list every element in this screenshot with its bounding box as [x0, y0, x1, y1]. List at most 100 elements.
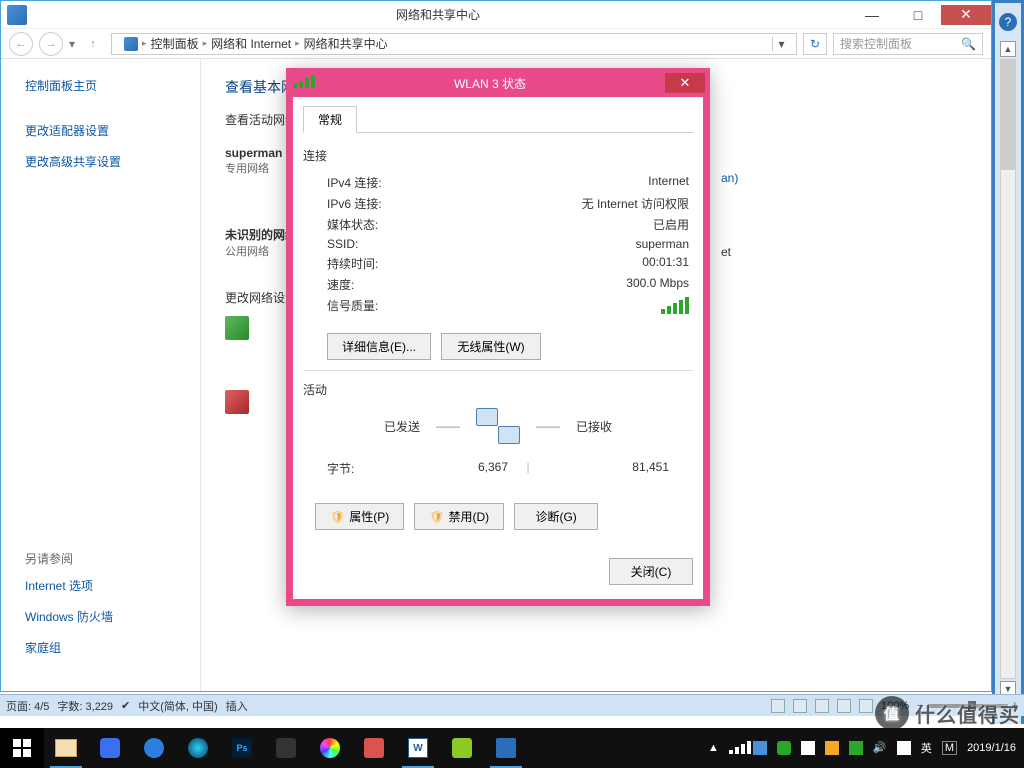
- taskbar-photoshop[interactable]: Ps: [220, 728, 264, 768]
- watermark-text: 什么值得买: [915, 699, 1020, 728]
- signal-bars-icon: [661, 297, 689, 317]
- sidebar-firewall[interactable]: Windows 防火墙: [25, 608, 176, 625]
- minimize-button[interactable]: —: [849, 5, 895, 25]
- tray-flag-icon[interactable]: [801, 741, 815, 755]
- taskbar-app-dark[interactable]: [264, 728, 308, 768]
- properties-button[interactable]: 🛡属性(P): [315, 503, 404, 530]
- tray-overflow-icon[interactable]: ▲: [708, 742, 719, 754]
- row-speed: 速度:300.0 Mbps: [303, 274, 693, 295]
- details-button[interactable]: 详细信息(E)...: [327, 333, 431, 360]
- tray-ime-mode[interactable]: M: [942, 741, 957, 755]
- dialog-close-button[interactable]: ✕: [665, 73, 705, 93]
- back-button[interactable]: ←: [9, 32, 33, 56]
- taskbar-app-bird[interactable]: [88, 728, 132, 768]
- tab-general[interactable]: 常规: [303, 106, 357, 133]
- dash: ——: [436, 419, 460, 433]
- tray-wechat-icon[interactable]: [777, 741, 791, 755]
- tray-av-icon[interactable]: [849, 741, 863, 755]
- sidebar-see-also: 另请参阅: [25, 550, 176, 567]
- status-mode[interactable]: 插入: [226, 698, 248, 714]
- breadcrumb-dropdown[interactable]: ▾: [772, 37, 790, 51]
- bytes-received: 81,451: [548, 460, 669, 477]
- sidebar-adapter[interactable]: 更改适配器设置: [25, 122, 176, 139]
- label-sent: 已发送: [384, 418, 420, 435]
- taskbar-app-green[interactable]: [440, 728, 484, 768]
- sidebar-homegroup[interactable]: 家庭组: [25, 639, 176, 656]
- watermark: 值 什么值得买: [875, 696, 1020, 730]
- up-button[interactable]: ↑: [81, 32, 105, 56]
- help-icon[interactable]: ?: [999, 13, 1017, 31]
- taskbar-app-cloud[interactable]: [132, 728, 176, 768]
- taskbar-app-colorful[interactable]: [308, 728, 352, 768]
- status-language[interactable]: 中文(简体, 中国): [138, 698, 217, 714]
- start-button[interactable]: [0, 728, 44, 768]
- bottom-buttons: 🛡属性(P) 🛡禁用(D) 诊断(G): [315, 503, 693, 530]
- dialog-title-bar[interactable]: WLAN 3 状态 ✕: [287, 69, 709, 97]
- scroll-up-button[interactable]: ▲: [1000, 41, 1016, 57]
- tray-security-icon[interactable]: [753, 741, 767, 755]
- view-read-icon[interactable]: [793, 699, 807, 713]
- proofing-icon[interactable]: ✔: [121, 699, 130, 712]
- view-web-icon[interactable]: [815, 699, 829, 713]
- view-outline-icon[interactable]: [837, 699, 851, 713]
- right-scroll-frame: ? ▲ ▼: [992, 0, 1024, 724]
- dialog-body: 常规 连接 IPv4 连接:Internet IPv6 连接:无 Interne…: [287, 97, 709, 605]
- wireless-props-button[interactable]: 无线属性(W): [441, 333, 541, 360]
- group-activity: 活动: [303, 381, 693, 398]
- forward-button[interactable]: →: [39, 32, 63, 56]
- view-draft-icon[interactable]: [859, 699, 873, 713]
- taskbar-app-browser[interactable]: [176, 728, 220, 768]
- close-row: 关闭(C): [303, 558, 693, 585]
- row-ipv4: IPv4 连接:Internet: [303, 172, 693, 193]
- view-print-icon[interactable]: [771, 699, 785, 713]
- taskbar: Ps W ▲ 🔊 英 M 2019/1/16: [0, 728, 1024, 768]
- troubleshoot-icon[interactable]: [225, 390, 249, 414]
- close-dialog-button[interactable]: 关闭(C): [609, 558, 693, 585]
- bc-sep: ▸: [142, 38, 147, 49]
- bytes-sent: 6,367: [387, 460, 508, 477]
- tray-date: 2019/1/16: [967, 742, 1016, 755]
- bc-item-sharing[interactable]: 网络和共享中心: [304, 35, 388, 52]
- bc-item-network[interactable]: 网络和 Internet: [211, 35, 291, 52]
- sidebar-home[interactable]: 控制面板主页: [25, 77, 176, 94]
- taskbar-control-panel[interactable]: [484, 728, 528, 768]
- row-media: 媒体状态:已启用: [303, 214, 693, 235]
- taskbar-word[interactable]: W: [396, 728, 440, 768]
- tray-wifi-icon[interactable]: [729, 741, 743, 755]
- setup-connection-icon[interactable]: [225, 316, 249, 340]
- detail-buttons: 详细信息(E)... 无线属性(W): [327, 333, 693, 360]
- tray-clock[interactable]: 2019/1/16: [967, 742, 1020, 755]
- status-page[interactable]: 页面: 4/5: [6, 698, 49, 714]
- sidebar: 控制面板主页 更改适配器设置 更改高级共享设置 另请参阅 Internet 选项…: [1, 59, 201, 691]
- tray-action-icon[interactable]: [897, 741, 911, 755]
- row-ipv6: IPv6 连接:无 Internet 访问权限: [303, 193, 693, 214]
- sidebar-internet-options[interactable]: Internet 选项: [25, 577, 176, 594]
- close-button[interactable]: ✕: [941, 5, 991, 25]
- network-1-link[interactable]: an): [721, 171, 738, 185]
- tray-volume-icon[interactable]: 🔊: [873, 741, 887, 755]
- bc-item-control-panel[interactable]: 控制面板: [151, 35, 199, 52]
- tray-ime-lang[interactable]: 英: [921, 740, 932, 756]
- refresh-button[interactable]: ↻: [803, 33, 827, 55]
- taskbar-app-red[interactable]: [352, 728, 396, 768]
- shield-icon: 🛡: [330, 510, 345, 524]
- disable-button[interactable]: 🛡禁用(D): [414, 503, 504, 530]
- dialog-title: WLAN 3 状态: [315, 75, 665, 92]
- tray-shield-icon[interactable]: [825, 741, 839, 755]
- diagnose-button[interactable]: 诊断(G): [514, 503, 598, 530]
- breadcrumb[interactable]: ▸ 控制面板 ▸ 网络和 Internet ▸ 网络和共享中心 ▾: [111, 33, 797, 55]
- taskbar-explorer[interactable]: [44, 728, 88, 768]
- row-duration: 持续时间:00:01:31: [303, 253, 693, 274]
- status-bar: 页面: 4/5 字数: 3,229 ✔ 中文(简体, 中国) 插入 100% −…: [0, 694, 1024, 716]
- breadcrumb-icon: [124, 37, 138, 51]
- bytes-sep: |: [508, 460, 548, 477]
- row-ssid: SSID:superman: [303, 235, 693, 253]
- scrollbar-track[interactable]: [1000, 59, 1016, 679]
- history-dropdown[interactable]: ▾: [69, 37, 75, 51]
- computers-icon: [476, 408, 520, 444]
- search-input[interactable]: 搜索控制面板 🔍: [833, 33, 983, 55]
- scrollbar-thumb[interactable]: [1001, 60, 1015, 170]
- status-words[interactable]: 字数: 3,229: [57, 698, 113, 714]
- sidebar-adv-sharing[interactable]: 更改高级共享设置: [25, 153, 176, 170]
- maximize-button[interactable]: □: [895, 5, 941, 25]
